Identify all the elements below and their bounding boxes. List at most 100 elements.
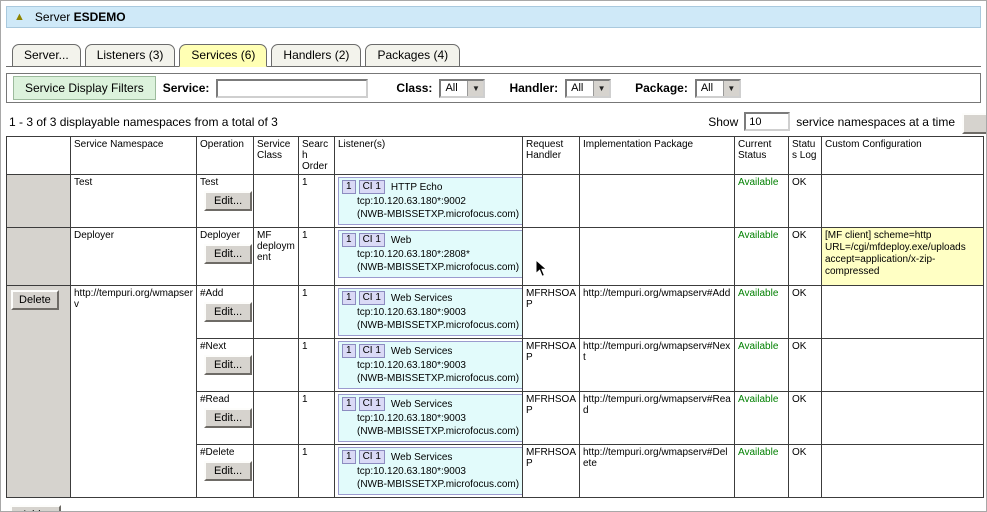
handler-select[interactable]: All ▼	[565, 79, 611, 98]
implementation-cell: http://tempuri.org/wmapserv#Read	[580, 392, 735, 445]
implementation-cell: http://tempuri.org/wmapserv#Next	[580, 339, 735, 392]
listener-conn-chip: CI 1	[359, 397, 385, 411]
table-header-row: Service Namespace Operation Service Clas…	[7, 137, 984, 175]
listener-host: (NWB-MBISSETXP.microfocus.com)	[357, 478, 519, 491]
listener-box: 1 CI 1 Web Services tcp:10.120.63.180*:9…	[338, 394, 523, 442]
edit-button[interactable]: Edit...	[204, 191, 252, 211]
operation-label: #Read	[200, 394, 250, 405]
header-request-handler: Request Handler	[523, 137, 580, 175]
listener-index-chip: 1	[342, 233, 356, 247]
table-row: Test Test Edit... 1 1 CI 1 HTTP Echo tcp…	[7, 175, 984, 228]
services-table: Service Namespace Operation Service Clas…	[6, 136, 984, 498]
operation-label: #Next	[200, 341, 250, 352]
actions-cell: Delete	[7, 286, 71, 498]
current-status-cell: Available	[735, 175, 789, 228]
listener-conn-chip: CI 1	[359, 344, 385, 358]
status-log-cell: OK	[789, 339, 822, 392]
tab-bar: Server... Listeners (3) Services (6) Han…	[6, 44, 981, 67]
tab-server[interactable]: Server...	[12, 44, 81, 67]
service-filter-input[interactable]	[216, 79, 368, 98]
namespace-cell: http://tempuri.org/wmapserv	[71, 286, 197, 498]
implementation-cell	[580, 175, 735, 228]
listener-index-chip: 1	[342, 291, 356, 305]
listener-box: 1 CI 1 Web tcp:10.120.63.180*:2808* (NWB…	[338, 230, 523, 278]
custom-config-cell	[822, 175, 984, 228]
edit-button[interactable]: Edit...	[204, 461, 252, 481]
edit-button[interactable]: Edit...	[204, 408, 252, 428]
listener-endpoint: tcp:10.120.63.180*:9003	[357, 306, 519, 319]
edit-button[interactable]: Edit...	[204, 302, 252, 322]
add-button[interactable]: Add...	[10, 505, 61, 512]
show-apply-button-partial[interactable]	[962, 113, 987, 134]
edit-button[interactable]: Edit...	[204, 355, 252, 375]
implementation-cell: http://tempuri.org/wmapserv#Add	[580, 286, 735, 339]
operation-label: Test	[200, 177, 250, 188]
tab-packages[interactable]: Packages (4)	[365, 44, 460, 67]
operation-cell: #Delete Edit...	[197, 445, 254, 498]
operation-label: Deployer	[200, 230, 250, 241]
custom-config-cell	[822, 392, 984, 445]
listener-box: 1 CI 1 Web Services tcp:10.120.63.180*:9…	[338, 288, 523, 336]
listeners-cell: 1 CI 1 HTTP Echo tcp:10.120.63.180*:9002…	[335, 175, 523, 228]
header-status-log: Status Log	[789, 137, 822, 175]
listener-host: (NWB-MBISSETXP.microfocus.com)	[357, 425, 519, 438]
tab-handlers[interactable]: Handlers (2)	[271, 44, 361, 67]
operation-cell: Deployer Edit...	[197, 228, 254, 286]
header-custom-configuration: Custom Configuration	[822, 137, 984, 175]
status-log-cell: OK	[789, 286, 822, 339]
request-handler-cell	[523, 228, 580, 286]
actions-cell	[7, 228, 71, 286]
header-listeners: Listener(s)	[335, 137, 523, 175]
listeners-cell: 1 CI 1 Web Services tcp:10.120.63.180*:9…	[335, 445, 523, 498]
package-select[interactable]: All ▼	[695, 79, 741, 98]
listener-host: (NWB-MBISSETXP.microfocus.com)	[357, 261, 519, 274]
listener-conn-chip: CI 1	[359, 450, 385, 464]
delete-button[interactable]: Delete	[11, 290, 59, 310]
custom-config-cell	[822, 445, 984, 498]
chevron-down-icon: ▼	[593, 81, 609, 96]
service-class-cell	[254, 339, 299, 392]
handler-select-value: All	[567, 81, 593, 96]
tab-services[interactable]: Services (6)	[179, 44, 267, 67]
listener-name: Web Services	[388, 292, 453, 305]
operation-cell: #Read Edit...	[197, 392, 254, 445]
pagination-row: 1 - 3 of 3 displayable namespaces from a…	[9, 112, 979, 131]
operation-cell: Test Edit...	[197, 175, 254, 228]
operation-cell: #Next Edit...	[197, 339, 254, 392]
header-implementation-package: Implementation Package	[580, 137, 735, 175]
handler-filter-label: Handler:	[509, 81, 558, 95]
listeners-cell: 1 CI 1 Web Services tcp:10.120.63.180*:9…	[335, 392, 523, 445]
service-display-filters-bar: Service Display Filters Service: Class: …	[6, 73, 981, 103]
listener-endpoint: tcp:10.120.63.180*:9003	[357, 359, 519, 372]
show-count-input[interactable]	[744, 112, 790, 131]
show-count-controls: Show service namespaces at a time	[708, 112, 955, 131]
server-title-prefix: Server	[35, 10, 70, 24]
edit-button[interactable]: Edit...	[204, 244, 252, 264]
listener-endpoint: tcp:10.120.63.180*:9003	[357, 412, 519, 425]
namespace-cell: Deployer	[71, 228, 197, 286]
search-order-cell: 1	[299, 228, 335, 286]
listener-conn-chip: CI 1	[359, 233, 385, 247]
server-name: ESDEMO	[74, 10, 126, 24]
custom-config-cell: [MF client] scheme=http URL=/cgi/mfdeplo…	[822, 228, 984, 286]
listener-host: (NWB-MBISSETXP.microfocus.com)	[357, 208, 519, 221]
custom-config-cell	[822, 286, 984, 339]
service-class-cell: MF deployment	[254, 228, 299, 286]
header-actions	[7, 137, 71, 175]
listener-name: Web Services	[388, 345, 453, 358]
actions-cell	[7, 175, 71, 228]
current-status-cell: Available	[735, 286, 789, 339]
listener-host: (NWB-MBISSETXP.microfocus.com)	[357, 319, 519, 332]
collapse-triangle-icon[interactable]: ▲	[14, 12, 25, 23]
listener-endpoint: tcp:10.120.63.180*:9002	[357, 195, 519, 208]
service-filter-label: Service:	[163, 81, 210, 95]
listener-name: Web Services	[388, 398, 453, 411]
chevron-down-icon: ▼	[723, 81, 739, 96]
current-status-cell: Available	[735, 339, 789, 392]
header-search-order: Search Order	[299, 137, 335, 175]
class-select[interactable]: All ▼	[439, 79, 485, 98]
listener-name: Web Services	[388, 451, 453, 464]
service-class-cell	[254, 392, 299, 445]
tab-listeners[interactable]: Listeners (3)	[85, 44, 176, 67]
listeners-cell: 1 CI 1 Web Services tcp:10.120.63.180*:9…	[335, 286, 523, 339]
